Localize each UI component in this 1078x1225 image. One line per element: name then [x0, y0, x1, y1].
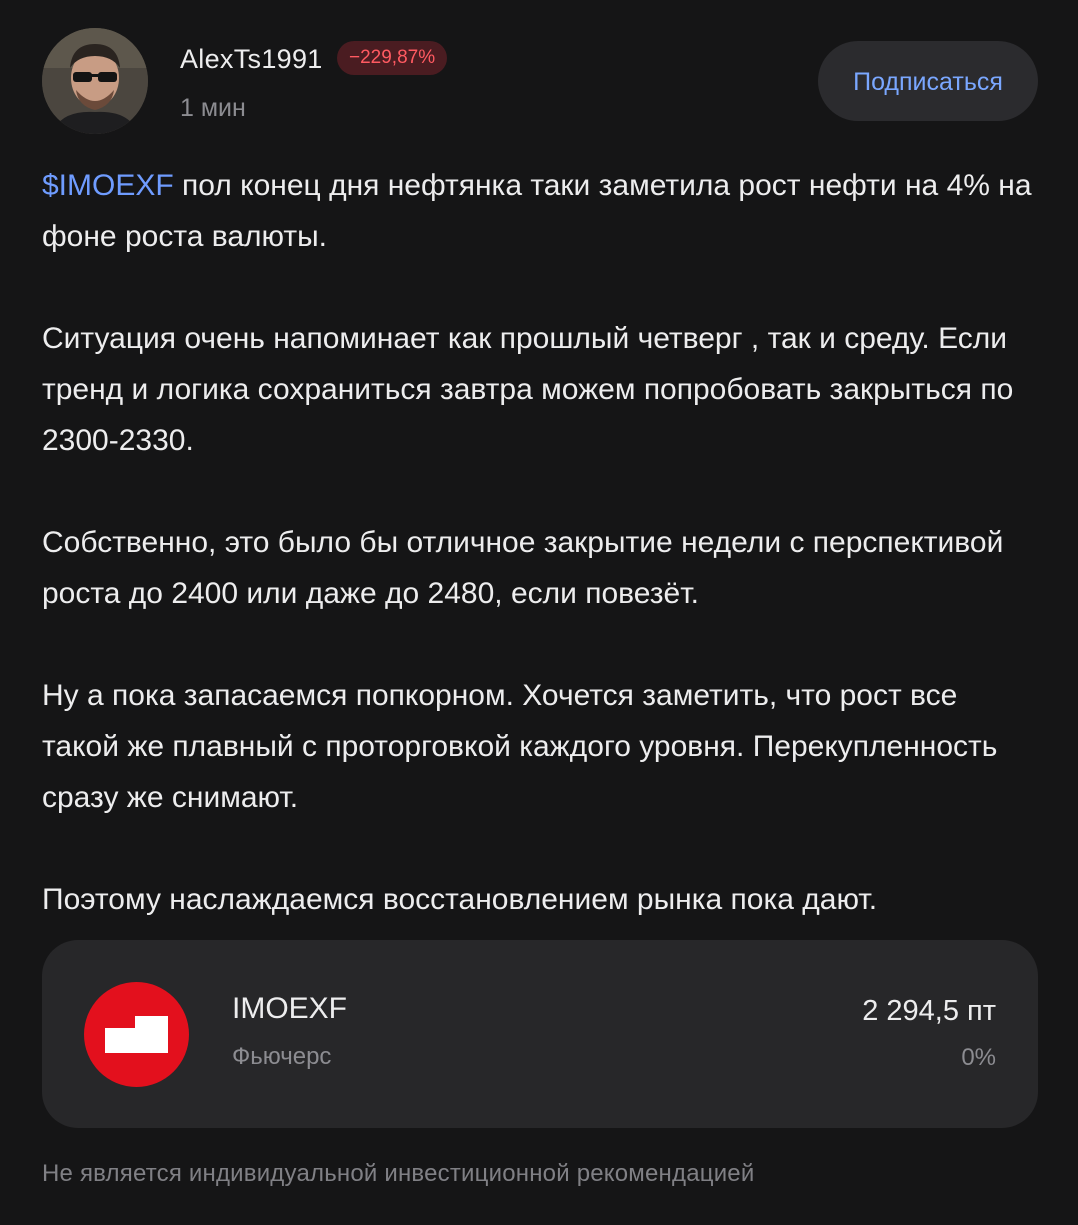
instrument-card[interactable]: IMOEXF Фьючерс 2 294,5 пт 0% — [42, 940, 1038, 1128]
post-paragraph: Ну а пока запасаемся попкорном. Хочется … — [42, 679, 998, 814]
ticker-link[interactable]: $IMOEXF — [42, 169, 174, 202]
post-header: AlexTs1991 −229,87% 1 мин Подписаться — [42, 28, 1038, 138]
moex-logo-icon — [84, 982, 189, 1087]
post-paragraph: Собственно, это было бы отличное закрыти… — [42, 526, 1004, 610]
post-paragraph-text: пол конец дня нефтянка таки заметила рос… — [42, 169, 1032, 253]
avatar-photo-icon — [42, 28, 148, 134]
post-time: 1 мин — [180, 94, 246, 122]
yield-badge: −229,87% — [337, 41, 448, 75]
post-body: $IMOEXF пол конец дня нефтянка таки заме… — [42, 160, 1032, 925]
post-paragraph: $IMOEXF пол конец дня нефтянка таки заме… — [42, 160, 1032, 262]
author-avatar[interactable] — [42, 28, 148, 134]
subscribe-button[interactable]: Подписаться — [818, 41, 1038, 121]
instrument-type: Фьючерс — [232, 1043, 332, 1070]
post-paragraph: Ситуация очень напоминает как прошлый че… — [42, 322, 1014, 457]
instrument-change: 0% — [961, 1044, 996, 1071]
instrument-ticker: IMOEXF — [232, 992, 348, 1025]
post-paragraph: Поэтому наслаждаемся восстановлением рын… — [42, 883, 878, 916]
instrument-price: 2 294,5 пт — [862, 995, 996, 1027]
disclaimer: Не является индивидуальной инвестиционно… — [42, 1160, 755, 1187]
author-name[interactable]: AlexTs1991 — [180, 44, 323, 75]
